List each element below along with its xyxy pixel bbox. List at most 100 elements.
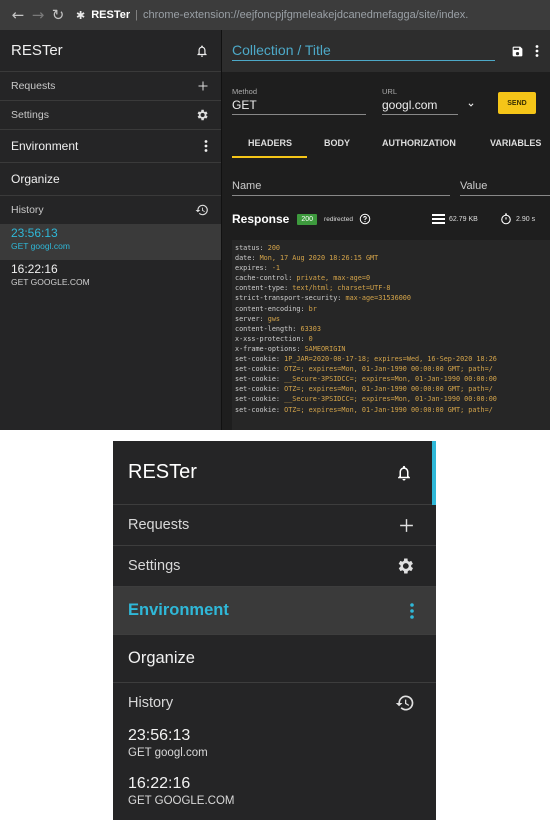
tab-variables[interactable]: VARIABLES: [490, 138, 541, 148]
puzzle-icon: ✱: [76, 8, 86, 22]
plus-icon[interactable]: [197, 80, 209, 92]
response-header-value: 200: [267, 244, 281, 252]
arrow-right-icon[interactable]: →: [28, 6, 48, 24]
bell-icon[interactable]: [195, 44, 209, 58]
sidebar-item-organize[interactable]: Organize: [113, 635, 436, 683]
sidebar-item-requests[interactable]: Requests: [113, 505, 436, 546]
tab-headers[interactable]: HEADERS: [248, 138, 292, 148]
sidebar-zoomed: RESTer Requests Settings Environment Org…: [113, 441, 436, 820]
response-header-key: x-frame-options:: [235, 344, 305, 353]
response-time-value: 2.90 s: [516, 215, 536, 223]
history-item[interactable]: 23:56:13 GET googl.com: [113, 722, 436, 770]
response-header-line: content-type: text/html; charset=UTF-8: [235, 283, 547, 293]
list-icon: [432, 214, 445, 224]
response-header-key: set-cookie:: [235, 405, 285, 414]
sidebar-item-environment[interactable]: Environment: [0, 130, 221, 163]
more-vertical-icon[interactable]: [534, 44, 540, 58]
address-bar[interactable]: ✱ RESTer | chrome-extension://eejfoncpjf…: [76, 9, 468, 22]
address-separator: |: [135, 9, 138, 21]
response-header-line: set-cookie: OTZ=; expires=Mon, 01-Jan-19…: [235, 364, 547, 374]
response-header-line: set-cookie: __Secure-3PSIDCC=; expires=M…: [235, 394, 547, 404]
bell-icon[interactable]: [395, 464, 413, 482]
send-button[interactable]: SEND: [498, 92, 536, 114]
response-header-key: expires:: [235, 264, 272, 273]
response-header-value: OTZ=; expires=Mon, 01-Jan-1990 00:00:00 …: [284, 385, 493, 394]
sidebar-item-organize[interactable]: Organize: [0, 163, 221, 196]
save-icon[interactable]: [511, 45, 524, 58]
response-header-key: content-type:: [235, 284, 293, 293]
sidebar-item-history[interactable]: History: [0, 196, 221, 224]
response-header-key: date:: [235, 254, 260, 263]
response-header-line: expires: -1: [235, 263, 547, 273]
tab-body[interactable]: BODY: [324, 138, 350, 148]
request-panel: Collection / Title Method GET URL googl.…: [222, 30, 550, 430]
response-header-key: content-encoding:: [235, 304, 309, 313]
response-header-value: __Secure-3PSIDCC=; expires=Mon, 01-Jan-1…: [284, 375, 497, 384]
response-header-value: OTZ=; expires=Mon, 01-Jan-1990 00:00:00 …: [284, 365, 493, 374]
help-circle-icon[interactable]: [359, 213, 371, 225]
response-header-key: set-cookie:: [235, 375, 285, 384]
history-icon[interactable]: [195, 203, 209, 217]
response-size-value: 62.79 KB: [449, 215, 478, 223]
request-tabs: HEADERS BODY AUTHORIZATION VARIABLES: [222, 127, 550, 159]
tab-authorization[interactable]: AUTHORIZATION: [382, 138, 456, 148]
response-header-key: status:: [235, 244, 268, 252]
chevron-down-icon[interactable]: [466, 100, 476, 110]
response-header-key: set-cookie:: [235, 365, 285, 374]
history-time: 23:56:13: [11, 226, 58, 240]
response-header-value: 0: [308, 334, 313, 343]
response-bar: Response 200 redirected 62.79 KB 2.90 s: [232, 210, 550, 228]
response-header-line: set-cookie: __Secure-3PSIDCC=; expires=M…: [235, 374, 547, 384]
plus-icon[interactable]: [398, 517, 415, 534]
app-title: RESTer: [11, 42, 63, 59]
sidebar-item-settings[interactable]: Settings: [113, 546, 436, 587]
response-header-key: server:: [235, 314, 268, 323]
history-request: GET googl.com: [128, 747, 208, 759]
history-request: GET googl.com: [11, 241, 70, 251]
more-vertical-icon[interactable]: [203, 139, 209, 153]
redirected-label: redirected: [324, 215, 353, 223]
history-request: GET GOOGLE.COM: [11, 277, 90, 287]
gear-icon[interactable]: [395, 556, 415, 576]
url-label: URL: [382, 87, 398, 96]
sidebar-item-history[interactable]: History: [113, 683, 436, 722]
more-vertical-icon[interactable]: [409, 602, 415, 620]
response-header-key: strict-transport-security:: [235, 294, 346, 303]
sidebar-item-label: History: [128, 694, 174, 711]
response-header-value: Mon, 17 Aug 2020 18:26:15 GMT: [259, 254, 379, 263]
browser-toolbar: ← → ↻ ✱ RESTer | chrome-extension://eejf…: [0, 0, 550, 30]
response-header-line: x-frame-options: SAMEORIGIN: [235, 344, 547, 354]
response-header-value: br: [308, 304, 317, 313]
method-field[interactable]: GET: [232, 98, 366, 115]
response-header-value: gws: [267, 314, 281, 323]
sidebar-item-environment[interactable]: Environment: [113, 587, 436, 635]
response-header-line: status: 200: [235, 243, 547, 253]
history-item[interactable]: 23:56:13 GET googl.com: [0, 224, 221, 260]
response-header-line: date: Mon, 17 Aug 2020 18:26:15 GMT: [235, 253, 547, 263]
sidebar: RESTer Requests Settings Environment Org…: [0, 30, 222, 430]
gear-icon[interactable]: [195, 108, 209, 122]
response-header-value: SAMEORIGIN: [304, 344, 346, 353]
address-url: chrome-extension://eejfoncpjfgmeleakejdc…: [143, 9, 469, 21]
history-item[interactable]: 16:22:16 GET GOOGLE.COM: [0, 260, 221, 296]
response-header-key: set-cookie:: [235, 385, 285, 394]
header-name-input[interactable]: Name: [232, 180, 450, 196]
response-header-line: set-cookie: OTZ=; expires=Mon, 01-Jan-19…: [235, 384, 547, 394]
response-header-line: x-xss-protection: 0: [235, 334, 547, 344]
history-time: 16:22:16: [11, 262, 58, 276]
response-header-value: 1P_JAR=2020-08-17-18; expires=Wed, 16-Se…: [284, 355, 497, 364]
history-item[interactable]: 16:22:16 GET GOOGLE.COM: [113, 770, 436, 818]
active-tab-indicator: [232, 156, 307, 158]
response-header-value: OTZ=; expires=Mon, 01-Jan-1990 00:00:00 …: [284, 405, 493, 414]
response-header-line: content-length: 63303: [235, 324, 547, 334]
history-icon[interactable]: [395, 693, 415, 713]
sidebar-item-requests[interactable]: Requests: [0, 72, 221, 101]
arrow-left-icon[interactable]: ←: [8, 6, 28, 24]
response-size: 62.79 KB: [432, 214, 478, 224]
header-value-input[interactable]: Value: [460, 180, 550, 196]
reload-icon[interactable]: ↻: [48, 6, 68, 24]
url-field[interactable]: googl.com: [382, 98, 458, 115]
collection-title-input[interactable]: Collection / Title: [232, 42, 495, 61]
sidebar-item-settings[interactable]: Settings: [0, 101, 221, 130]
response-header-key: set-cookie:: [235, 395, 285, 404]
